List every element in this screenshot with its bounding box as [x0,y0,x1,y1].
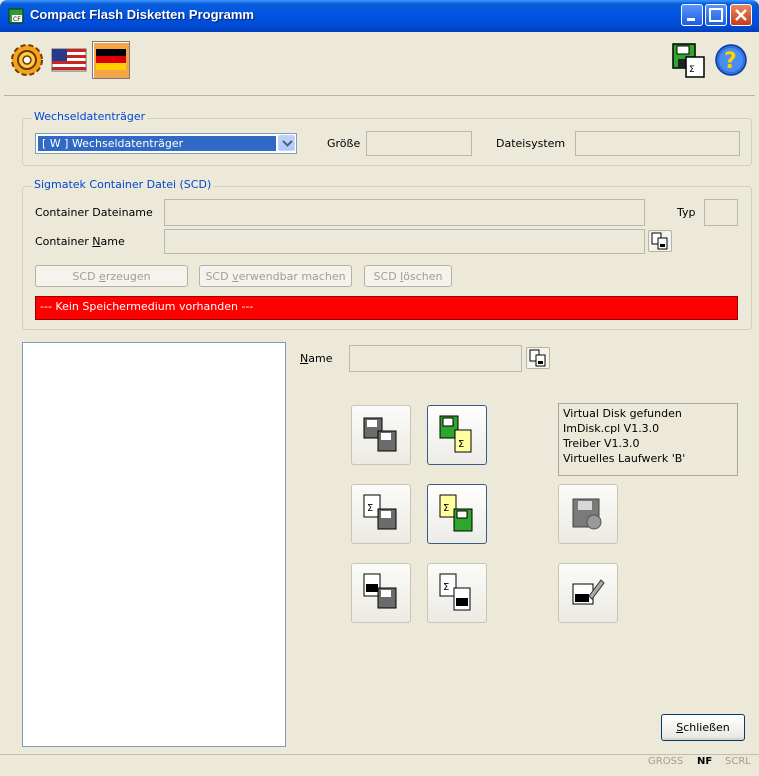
edit-disk-icon [572,579,605,605]
copy-disk-to-disk-button[interactable] [351,405,411,465]
removable-media-group-title: Wechseldatenträger [32,110,148,123]
container-filename-field [164,199,645,226]
dropdown-button[interactable] [278,135,295,151]
container-name-label-accel: N [92,235,101,248]
main-name-label-rest: ame [308,352,333,365]
toolbar: Σ ? [4,34,755,96]
floppy-format-icon [572,498,602,530]
minimize-icon [687,18,695,21]
floppy-to-file-icon: Σ [439,415,472,453]
help-button[interactable]: ? [712,41,750,79]
file-to-floppy-icon: Σ [363,494,397,530]
scd-group-title: Sigmatek Container Datei (SCD) [32,178,214,191]
info-line: Treiber V1.3.0 [563,437,640,450]
svg-text:Σ: Σ [443,503,449,514]
main-name-label-accel: N [300,352,309,365]
copy-file-to-green-disk-button[interactable]: Σ [427,484,487,544]
status-bar [0,754,759,776]
error-message-bar: --- Kein Speichermedium vorhanden --- [35,296,738,320]
svg-text:?: ? [724,49,737,74]
svg-text:Σ: Σ [689,65,695,75]
copy-file-to-disk-button[interactable]: Σ [351,484,411,544]
scd-usable-label: SCD [205,270,233,283]
german-flag-icon [96,49,126,70]
file-backup-icon: Σ [439,573,471,611]
close-button[interactable]: Schließen [661,714,745,741]
close-button-label: chließen [683,721,730,734]
close-icon [735,9,747,21]
format-disk-button[interactable] [558,484,618,544]
close-window-button[interactable] [730,4,752,26]
disk-restore-icon [363,573,397,609]
file-list[interactable] [22,342,286,747]
info-line: Virtuelles Laufwerk 'B' [563,452,686,465]
main-name-field[interactable] [349,345,522,372]
svg-text:Σ: Σ [367,503,373,514]
drive-select[interactable]: [ W ] Wechseldatenträger [35,133,297,154]
maximize-icon [709,8,723,22]
container-filename-label: Container Dateiname [35,206,153,219]
scd-delete-button[interactable]: SCD löschen [364,265,452,287]
floppy-copy-icon: Σ [672,43,705,78]
info-line: Virtual Disk gefunden [563,407,682,420]
restore-disk-button[interactable] [351,563,411,623]
minimize-button[interactable] [681,4,703,26]
chevron-down-icon [282,140,293,147]
status-gross: GROSS [648,756,684,767]
maximize-button[interactable] [705,4,727,26]
type-label: Typ [677,206,696,219]
scd-create-accel: e [99,270,106,283]
size-label: Größe [327,137,361,150]
container-name-browse-button[interactable] [648,230,672,252]
title-bar[interactable]: CF Compact Flash Disketten Programm [0,0,759,32]
help-icon: ? [715,44,747,76]
container-name-label: Container Name [35,235,125,248]
container-name-label-rest: ame [100,235,125,248]
filesystem-label: Dateisystem [496,137,566,150]
language-german-button[interactable] [92,41,130,79]
scd-delete-label-rest: öschen [403,270,443,283]
scd-delete-label: SCD [373,270,401,283]
svg-text:CF: CF [13,16,21,23]
main-name-label: Name [300,352,332,365]
copy-files-icon [651,232,668,250]
language-english-button[interactable] [50,41,88,79]
scd-make-usable-button[interactable]: SCD verwendbar machen [199,265,352,287]
scd-create-button[interactable]: SCD erzeugen [35,265,188,287]
edit-scd-button[interactable] [558,563,618,623]
container-name-label-part: Container [35,235,93,248]
type-field [704,199,738,226]
scd-create-label: SCD [72,270,100,283]
backup-file-button[interactable]: Σ [427,563,487,623]
scd-usable-label-rest: erwendbar machen [238,270,346,283]
file-to-green-floppy-icon: Σ [439,494,473,532]
main-name-browse-button[interactable] [526,347,550,369]
status-scrl: SCRL [725,756,751,767]
settings-button[interactable] [8,41,46,79]
filesystem-field [575,131,740,156]
status-nf: NF [697,756,713,767]
scd-group-title-text: Sigmatek Container Datei (SCD) [34,178,212,191]
copy-files-icon [529,349,546,367]
virtual-disk-info: Virtual Disk gefunden ImDisk.cpl V1.3.0 … [558,403,738,476]
disk-copy-button[interactable]: Σ [670,41,708,79]
window-title: Compact Flash Disketten Programm [30,7,254,22]
info-line: ImDisk.cpl V1.3.0 [563,422,660,435]
scd-create-label-rest: rzeugen [105,270,151,283]
floppy-to-floppy-icon [363,417,397,452]
copy-disk-to-file-button[interactable]: Σ [427,405,487,465]
app-icon: CF [8,8,24,24]
us-flag-icon [51,48,87,72]
drive-select-value: [ W ] Wechseldatenträger [38,136,276,151]
svg-text:Σ: Σ [458,439,464,450]
gear-icon [11,44,43,76]
size-field [366,131,472,156]
svg-text:Σ: Σ [443,582,449,593]
container-name-field[interactable] [164,229,645,254]
removable-media-title-text: Wechseldatenträger [34,110,146,123]
